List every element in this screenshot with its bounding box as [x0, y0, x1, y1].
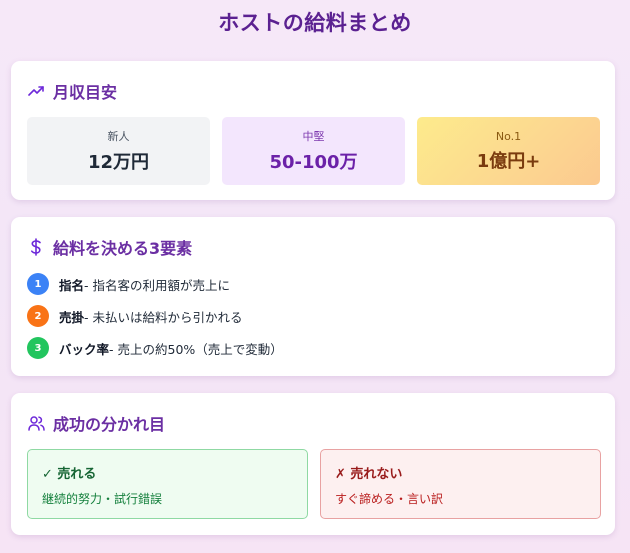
- dollar-icon: [27, 238, 45, 256]
- tile-value: 12万円: [87, 152, 150, 173]
- factor-desc: - 指名客の利用額が売上に: [84, 277, 231, 293]
- page-title: ホストの給料まとめ: [218, 11, 412, 35]
- list-item: 2 売掛 - 未払いは給料から引かれる: [27, 305, 283, 327]
- success-card: 成功の分かれ目 ✓ 売れる 継続的努力・試行錯誤 ✗ 売れない すぐ諦める・言い…: [11, 393, 615, 535]
- factor-name: 指名: [59, 277, 85, 293]
- factor-desc: - 売上の約50%（売上で変動）: [109, 341, 283, 357]
- not-sells-title: ✗ 売れない: [335, 467, 403, 482]
- income-header: 月収目安: [27, 79, 117, 103]
- success-header: 成功の分かれ目: [27, 411, 165, 435]
- tile-label: No.1: [495, 129, 522, 143]
- income-tiles: 新人 12万円 中堅 50-100万 No.1 1億円+: [27, 117, 600, 185]
- factors-card: 給料を決める3要素 1 指名 - 指名客の利用額が売上に 2 売掛 - 未払いは…: [11, 217, 615, 376]
- income-tile-new: 新人 12万円: [27, 117, 210, 185]
- outcome-boxes: ✓ 売れる 継続的努力・試行錯誤 ✗ 売れない すぐ諦める・言い訳: [27, 449, 601, 519]
- tile-label: 中堅: [302, 130, 325, 143]
- number-badge: 2: [27, 305, 49, 327]
- factor-list: 1 指名 - 指名客の利用額が売上に 2 売掛 - 未払いは給料から引かれる 3…: [27, 273, 283, 369]
- not-sells-box: ✗ 売れない すぐ諦める・言い訳: [320, 449, 601, 519]
- income-card: 月収目安 新人 12万円 中堅 50-100万 No.1 1億円+: [11, 61, 615, 200]
- list-item: 3 バック率 - 売上の約50%（売上で変動）: [27, 337, 283, 359]
- tile-value: 1億円+: [476, 150, 541, 172]
- tile-label: 新人: [107, 130, 130, 143]
- factors-header: 給料を決める3要素: [27, 235, 192, 259]
- sells-box: ✓ 売れる 継続的努力・試行錯誤: [27, 449, 308, 519]
- trending-up-icon: [27, 82, 45, 100]
- factor-name: 売掛: [59, 309, 85, 325]
- income-tile-mid: 中堅 50-100万: [222, 117, 405, 185]
- factor-desc: - 未払いは給料から引かれる: [84, 309, 243, 325]
- sells-title: ✓ 売れる: [42, 467, 97, 482]
- sells-desc: 継続的努力・試行錯誤: [42, 492, 163, 506]
- success-heading: 成功の分かれ目: [53, 415, 166, 434]
- income-heading: 月収目安: [53, 83, 118, 102]
- not-sells-desc: すぐ諦める・言い訳: [335, 492, 444, 506]
- income-tile-top: No.1 1億円+: [417, 117, 600, 185]
- users-icon: [27, 414, 45, 432]
- factors-heading: 給料を決める3要素: [53, 239, 193, 258]
- factor-name: バック率: [59, 341, 110, 357]
- list-item: 1 指名 - 指名客の利用額が売上に: [27, 273, 283, 295]
- tile-value: 50-100万: [269, 152, 358, 173]
- number-badge: 3: [27, 337, 49, 359]
- number-badge: 1: [27, 273, 49, 295]
